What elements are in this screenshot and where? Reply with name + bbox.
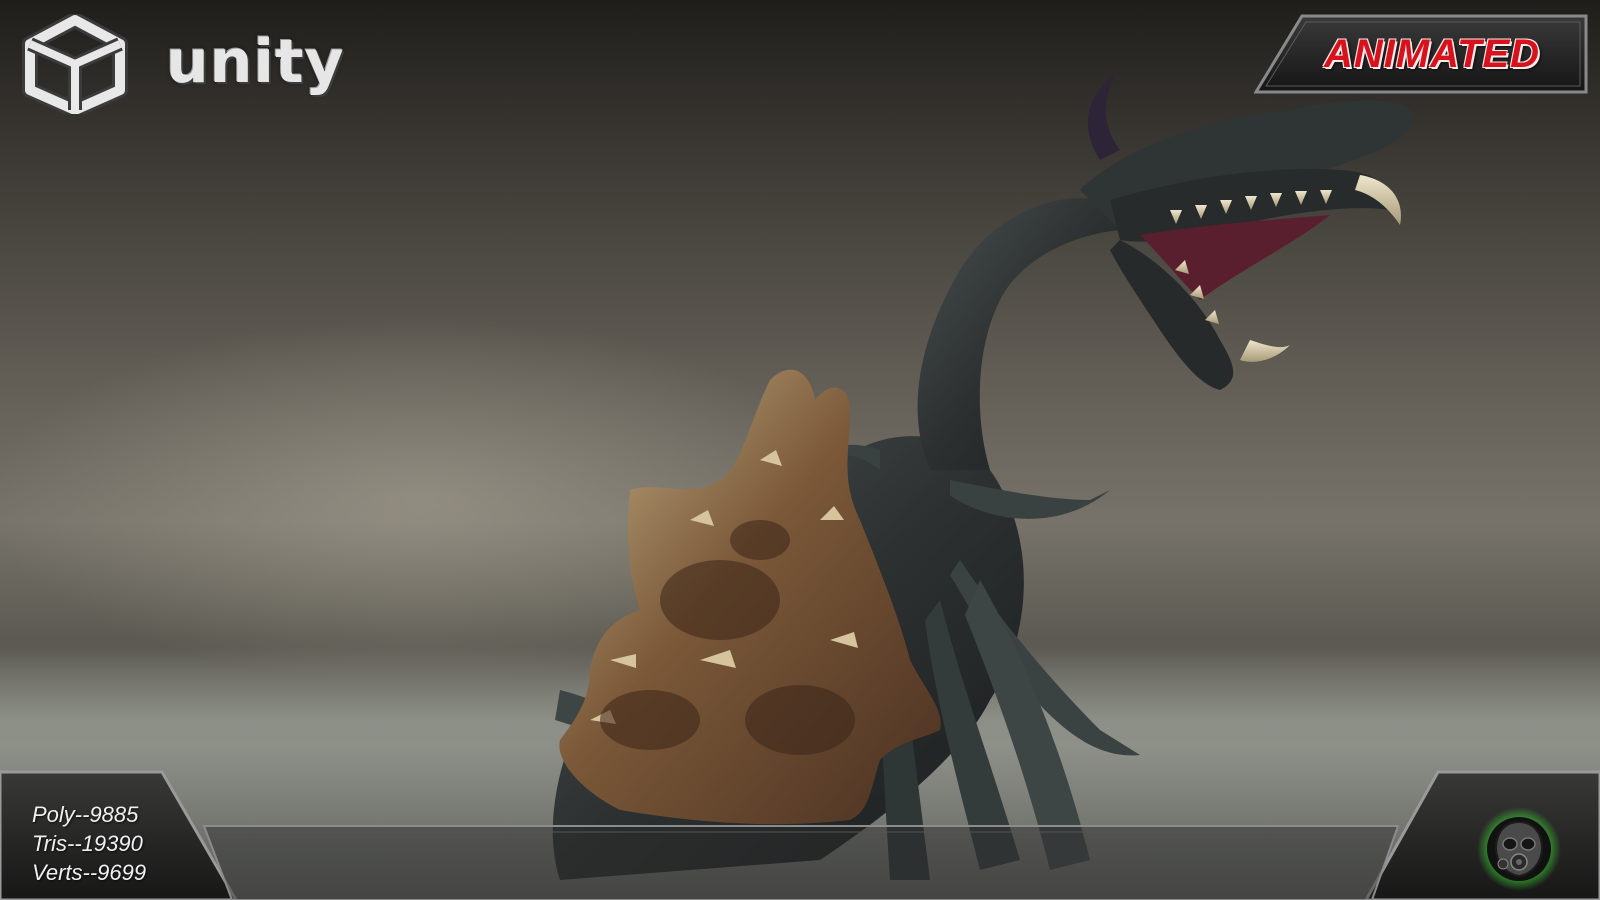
unity-logo: unity — [20, 14, 344, 114]
animated-badge: ANIMATED — [1254, 14, 1588, 94]
mesh-stats: Poly--9885 Tris--19390 Verts--9699 — [32, 800, 202, 887]
creature-model — [552, 75, 1413, 880]
verts-count: Verts--9699 — [32, 860, 147, 885]
poly-count: Poly--9885 — [32, 802, 139, 827]
unity-cube-icon — [22, 14, 128, 114]
unity-wordmark: unity — [166, 27, 345, 97]
showcase-stage: unity ANIMATED Poly--9885 Tris--19390 Ve… — [0, 0, 1600, 900]
gas-mask-icon — [1477, 807, 1561, 891]
animated-label: ANIMATED — [1323, 32, 1541, 76]
hud-bottom-bar — [0, 770, 1600, 900]
tris-count: Tris--19390 — [32, 831, 143, 856]
